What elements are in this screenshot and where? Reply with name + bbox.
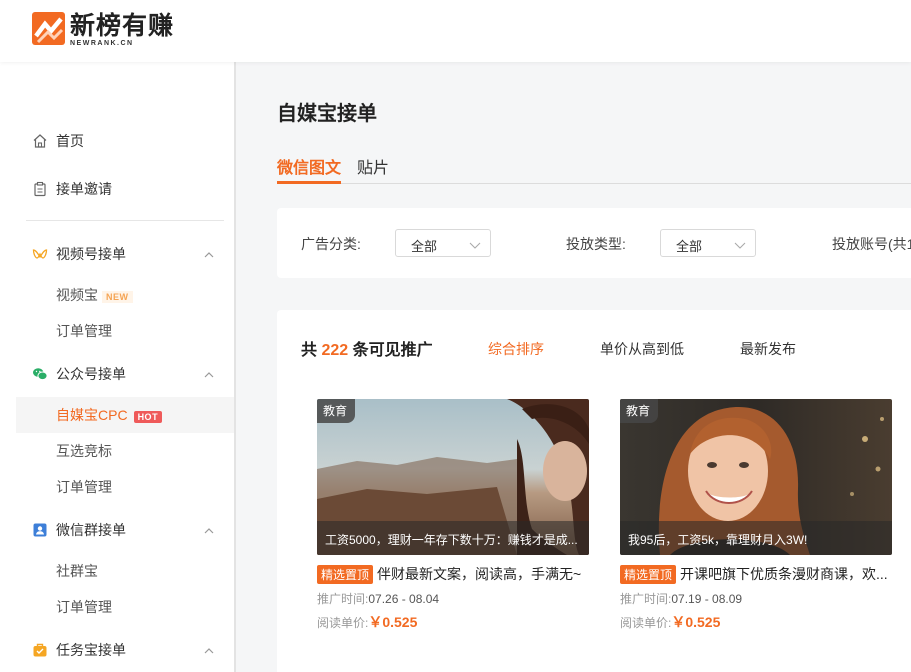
page-title: 自媒宝接单 (277, 103, 377, 125)
chevron-down-icon (734, 238, 746, 249)
delivery-type-label: 投放类型: (566, 236, 626, 252)
sidebar-item-label: 互选竞标 (56, 443, 112, 459)
sidebar-group-label: 公众号接单 (56, 366, 126, 382)
sidebar-item-video-orders[interactable]: 订单管理 (0, 313, 234, 349)
select-value: 全部 (411, 239, 438, 254)
sidebar-item-shequn-bao[interactable]: 社群宝 (0, 553, 234, 589)
newrank-logo[interactable]: 新榜有赚 NEWRANK.CN (32, 12, 174, 48)
sidebar-group-video[interactable]: 视频号接单 (0, 236, 234, 272)
top-header: 新榜有赚 NEWRANK.CN (0, 0, 911, 62)
sidebar-group-label: 视频号接单 (56, 246, 126, 262)
category-tag: 教育 (620, 399, 659, 423)
sidebar-group-task[interactable]: 任务宝接单 (0, 632, 234, 668)
chevron-up-icon[interactable] (203, 524, 215, 536)
sidebar-item-home[interactable]: 首页 (0, 123, 234, 159)
count-suffix: 条可见推广 (352, 342, 433, 359)
cover-caption: 工资5000，理财一年存下数十万：赚钱才是成... (317, 521, 589, 555)
price-label: 阅读单价: (317, 616, 369, 630)
ad-category-label: 广告分类: (301, 236, 361, 252)
chevron-up-icon[interactable] (203, 644, 215, 656)
count-prefix: 共 (301, 342, 318, 359)
sidebar-item-video-bao[interactable]: 视频宝 NEW (0, 277, 234, 313)
promotion-title[interactable]: 精选置顶 伴财最新文案，阅读高，手满无~ (317, 564, 589, 584)
promotion-cover-image[interactable]: 教育 我95后，工资5k，靠理财月入3W! (620, 399, 892, 555)
sidebar: 首页 接单邀请 视频号接单 视频宝 NEW 订单管理 公众号接单 自媒宝CPC HO… (0, 62, 236, 672)
promotion-time: 推广时间:07.19 - 08.09 (620, 590, 892, 606)
price-value: ￥0.525 (368, 614, 418, 630)
video-channel-icon (32, 246, 48, 262)
price-label: 阅读单价: (620, 616, 672, 630)
sort-comprehensive[interactable]: 综合排序 (488, 339, 544, 359)
result-count: 共 222 条可见推广 (301, 336, 433, 360)
logo-subtext: NEWRANK.CN (70, 40, 134, 47)
sidebar-item-label: 订单管理 (56, 479, 112, 495)
promotion-title[interactable]: 精选置顶 开课吧旗下优质条漫财商课，欢... (620, 564, 892, 584)
promotion-time: 推广时间:07.26 - 08.04 (317, 590, 589, 606)
tab-wechat-article[interactable]: 微信图文 (277, 154, 341, 178)
promotion-card[interactable]: 教育 我95后，工资5k，靠理财月入3W! 精选置顶 开课吧旗下优质条漫财商课，欢… (620, 399, 892, 632)
sidebar-item-label: 自媒宝CPC (56, 407, 128, 423)
sidebar-item-label: 订单管理 (56, 323, 112, 339)
sidebar-group-label: 任务宝接单 (56, 642, 126, 658)
time-value: 07.26 - 08.04 (368, 592, 440, 606)
price-value: ￥0.525 (671, 614, 721, 630)
logo-mark-icon (32, 12, 65, 45)
sidebar-item-label: 社群宝 (56, 563, 98, 579)
account-label: 投放账号(共1 (832, 236, 911, 252)
sidebar-group-label: 微信群接单 (56, 522, 126, 538)
sort-latest[interactable]: 最新发布 (740, 339, 796, 359)
user-group-icon (32, 522, 48, 538)
read-price: 阅读单价:￥0.525 (620, 612, 892, 632)
promotion-title-text: 开课吧旗下优质条漫财商课，欢... (680, 566, 888, 582)
logo-text: 新榜有赚 (70, 11, 175, 40)
sidebar-group-wechat-group[interactable]: 微信群接单 (0, 512, 234, 548)
sidebar-item-group-orders[interactable]: 订单管理 (0, 589, 234, 625)
select-value: 全部 (676, 239, 703, 254)
sidebar-item-invite[interactable]: 接单邀请 (0, 171, 234, 207)
sidebar-item-zimeibao-cpc[interactable]: 自媒宝CPC HOT (16, 397, 234, 433)
task-bag-icon (32, 642, 48, 658)
category-tag: 教育 (317, 399, 356, 423)
count-number: 222 (321, 342, 349, 359)
hot-badge: HOT (133, 411, 163, 423)
wechat-icon (32, 366, 48, 382)
filter-panel: 广告分类: 全部 投放类型: 全部 投放账号(共1 (277, 208, 911, 278)
content-tabs: 微信图文 贴片 (277, 152, 911, 184)
sidebar-group-mp[interactable]: 公众号接单 (0, 356, 234, 392)
promotion-cover-image[interactable]: 教育 工资5000，理财一年存下数十万：赚钱才是成... (317, 399, 589, 555)
active-tab-indicator (277, 181, 341, 184)
sidebar-divider (26, 220, 224, 221)
chevron-up-icon[interactable] (203, 248, 215, 260)
promotion-title-text: 伴财最新文案，阅读高，手满无~ (377, 566, 582, 582)
sidebar-item-label: 视频宝 (56, 287, 98, 303)
sidebar-item-label: 接单邀请 (56, 181, 112, 197)
sort-price-desc[interactable]: 单价从高到低 (600, 339, 684, 359)
sidebar-item-mp-orders[interactable]: 订单管理 (0, 469, 234, 505)
chevron-down-icon (469, 238, 481, 249)
clipboard-icon (32, 181, 48, 197)
read-price: 阅读单价:￥0.525 (317, 612, 589, 632)
promotion-list: 共 222 条可见推广 综合排序 单价从高到低 最新发布 教育 工资5000，理… (277, 310, 911, 672)
time-label: 推广时间: (317, 592, 369, 606)
tab-patch[interactable]: 贴片 (357, 154, 389, 178)
sidebar-item-label: 首页 (56, 133, 84, 149)
ad-category-select[interactable]: 全部 (395, 229, 491, 257)
new-badge: NEW (102, 291, 133, 303)
delivery-type-select[interactable]: 全部 (660, 229, 756, 257)
chevron-up-icon[interactable] (203, 368, 215, 380)
time-label: 推广时间: (620, 592, 672, 606)
sidebar-item-mutual-bidding[interactable]: 互选竞标 (0, 433, 234, 469)
home-icon (32, 133, 48, 149)
featured-pin-badge: 精选置顶 (620, 565, 677, 584)
sidebar-item-label: 订单管理 (56, 599, 112, 615)
promotion-card[interactable]: 教育 工资5000，理财一年存下数十万：赚钱才是成... 精选置顶 伴财最新文案，… (317, 399, 589, 632)
cover-caption: 我95后，工资5k，靠理财月入3W! (620, 521, 892, 555)
featured-pin-badge: 精选置顶 (317, 565, 374, 584)
time-value: 07.19 - 08.09 (671, 592, 743, 606)
